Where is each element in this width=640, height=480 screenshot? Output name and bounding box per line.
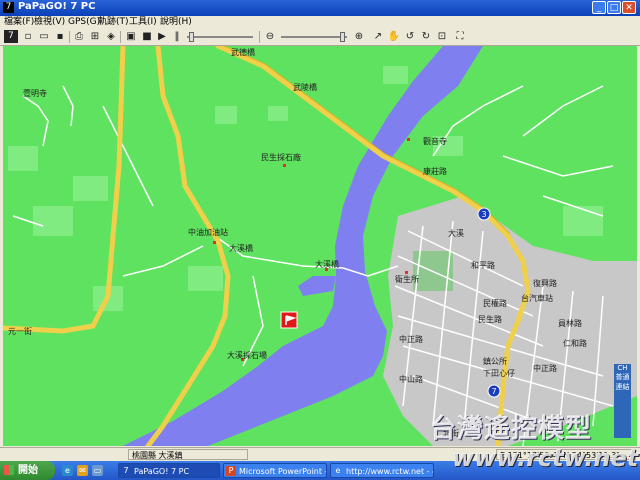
zoom-slider-thumb[interactable] bbox=[340, 32, 345, 42]
map-label: 康莊路 bbox=[423, 166, 447, 176]
start-button[interactable]: 開始 bbox=[0, 461, 55, 480]
pan-hand-icon[interactable]: ✋ bbox=[387, 30, 401, 43]
toolbar-separator bbox=[259, 31, 260, 43]
rotate-left-icon[interactable]: ↺ bbox=[403, 30, 417, 43]
route-shield-7: 7 bbox=[487, 384, 501, 398]
current-position-flag-icon bbox=[280, 311, 298, 329]
fullscreen-icon[interactable]: ⛶ bbox=[453, 30, 467, 43]
route-icon[interactable]: ↗ bbox=[371, 30, 385, 43]
map-label: 大溪 bbox=[448, 228, 464, 238]
river-inlet bbox=[298, 276, 336, 296]
map-label: 復興路 bbox=[533, 278, 557, 288]
map-label: 中正路 bbox=[533, 363, 557, 373]
pause-icon[interactable]: ‖ bbox=[170, 30, 184, 43]
play-icon[interactable]: ▶ bbox=[155, 30, 169, 43]
taskbar-item-browser[interactable]: e http://www.rctw.net - 4... bbox=[330, 463, 434, 478]
rotate-right-icon[interactable]: ↻ bbox=[419, 30, 433, 43]
desktop-quicklaunch-icon[interactable]: ▭ bbox=[92, 465, 103, 476]
zoom-out-icon[interactable]: ⊖ bbox=[263, 30, 277, 43]
toolbar-separator bbox=[120, 31, 121, 43]
menu-bar: 檔案(F) 檢視(V) GPS(G) 軌跡(T) 工具(I) 說明(H) bbox=[0, 16, 640, 29]
windows-logo-icon bbox=[4, 465, 14, 475]
route-plan-icon[interactable]: ⊡ bbox=[435, 30, 449, 43]
new-file-icon[interactable]: ▫ bbox=[21, 30, 35, 43]
map-label: 仁和路 bbox=[563, 338, 587, 348]
map-view[interactable]: 3 7 武德橋 武陵橋 壹明寺 觀音寺 民生採石廠 康莊路 中油加油站 大溪橋 … bbox=[3, 46, 637, 446]
ie-icon: e bbox=[335, 466, 341, 475]
papago-icon: 7 bbox=[123, 466, 129, 475]
ie-quicklaunch-icon[interactable]: e bbox=[62, 465, 73, 476]
map-label: 中油加油站 bbox=[188, 227, 228, 237]
menu-track[interactable]: 軌跡(T) bbox=[98, 16, 129, 29]
menu-tools[interactable]: 工具(I) bbox=[129, 16, 157, 29]
compass-icon[interactable]: ◈ bbox=[104, 30, 118, 43]
map-label: 武陵橋 bbox=[293, 82, 317, 92]
map-label: 員林路 bbox=[558, 318, 582, 328]
watermark-url: www.rctw.net bbox=[452, 444, 639, 472]
stop-icon[interactable]: ■ bbox=[140, 30, 154, 43]
map-label: 中正路 bbox=[399, 334, 423, 344]
map-label: 中山路 bbox=[399, 374, 423, 384]
map-label: 民權路 bbox=[483, 298, 507, 308]
watermark-logo-text: 台灣遙控模型 bbox=[430, 414, 593, 444]
menu-file[interactable]: 檔案(F) bbox=[4, 16, 34, 29]
map-label: 台汽車站 bbox=[521, 293, 553, 303]
channel-label: CH bbox=[617, 364, 628, 372]
map-label: 元一街 bbox=[8, 326, 32, 336]
map-label: 大溪橋 bbox=[315, 259, 339, 269]
map-label: 大溪橋 bbox=[229, 243, 253, 253]
powerpoint-icon: P bbox=[226, 466, 236, 476]
taskbar-item-papago[interactable]: 7 PaPaGO! 7 PC bbox=[118, 463, 220, 478]
window-title: PaPaGO! 7 PC bbox=[18, 1, 96, 12]
title-bar: 7 PaPaGO! 7 PC _ □ ✕ bbox=[0, 0, 640, 16]
map-label: 和平路 bbox=[471, 260, 495, 270]
outlook-quicklaunch-icon[interactable]: ✉ bbox=[77, 465, 88, 476]
location-readout: 桃園縣 大溪鎮 bbox=[128, 449, 248, 460]
toolbar: 7 ▫ ▭ ▪ ⎙ ⊞ ◈ ▣ ■ ▶ ‖ ⊖ ⊕ ↗ ✋ ↺ ↻ ⊡ ⛶ bbox=[0, 29, 640, 46]
svg-text:3: 3 bbox=[482, 210, 487, 219]
map-label: 壹明寺 bbox=[23, 88, 47, 98]
save-icon[interactable]: ▪ bbox=[53, 30, 67, 43]
channel-line: 普通 bbox=[615, 373, 630, 381]
map-label: 武德橋 bbox=[231, 47, 255, 57]
map-label: 民生採石廠 bbox=[261, 152, 301, 162]
map-label: 鎮公所 bbox=[483, 356, 507, 366]
zoom-in-icon[interactable]: ⊕ bbox=[352, 30, 366, 43]
open-folder-icon[interactable]: ▭ bbox=[37, 30, 51, 43]
maximize-button[interactable]: □ bbox=[607, 1, 621, 14]
screenshot-icon[interactable]: ▣ bbox=[124, 30, 138, 43]
channel-line: 連結 bbox=[615, 383, 630, 391]
map-label: 民生路 bbox=[478, 314, 502, 324]
print-icon[interactable]: ⎙ bbox=[72, 30, 86, 43]
close-button[interactable]: ✕ bbox=[622, 1, 636, 14]
toolbar-separator bbox=[69, 31, 70, 43]
map-label: 下田心仔 bbox=[483, 368, 515, 378]
route-shield-3: 3 bbox=[477, 207, 491, 221]
map-label: 衛生所 bbox=[395, 274, 419, 284]
gps-view-icon[interactable]: ⊞ bbox=[88, 30, 102, 43]
playback-slider-thumb[interactable] bbox=[189, 32, 194, 42]
svg-text:7: 7 bbox=[492, 387, 497, 396]
papago-app-icon: 7 bbox=[3, 2, 14, 13]
taskbar-item-powerpoint[interactable]: P Microsoft PowerPoint - ... bbox=[223, 463, 327, 478]
playback-slider-track[interactable] bbox=[187, 36, 253, 38]
zoom-slider-track[interactable] bbox=[281, 36, 347, 38]
map-label: 觀音寺 bbox=[423, 136, 447, 146]
minimize-button[interactable]: _ bbox=[592, 1, 606, 14]
menu-help[interactable]: 說明(H) bbox=[160, 16, 192, 29]
map-canvas[interactable]: 3 7 武德橋 武陵橋 壹明寺 觀音寺 民生採石廠 康莊路 中油加油站 大溪橋 … bbox=[3, 46, 637, 446]
menu-view[interactable]: 檢視(V) bbox=[34, 16, 65, 29]
papago-logo-icon[interactable]: 7 bbox=[4, 30, 18, 43]
menu-gps[interactable]: GPS(G) bbox=[68, 16, 100, 29]
map-label: 大溪採石場 bbox=[227, 350, 267, 360]
